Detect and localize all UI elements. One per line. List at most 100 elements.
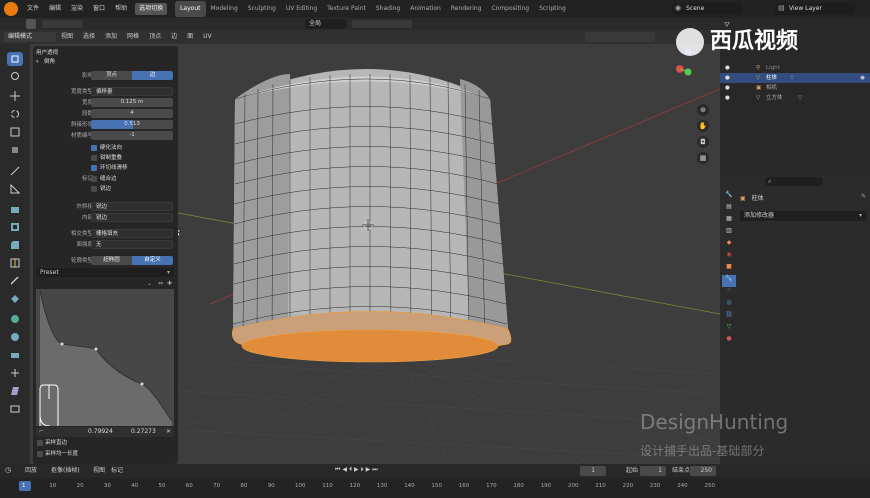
grid-view-icon[interactable]: ▦ bbox=[697, 152, 709, 164]
affect-selector[interactable]: 顶点 边 bbox=[91, 71, 173, 80]
smooth-icon[interactable] bbox=[7, 330, 23, 344]
mode-chip[interactable]: 选项切换 bbox=[135, 3, 168, 15]
scene-selector[interactable]: ◉ Scene bbox=[672, 3, 742, 15]
miter-inner-dropdown[interactable]: 锐边 bbox=[91, 213, 173, 222]
material-field[interactable]: -1 bbox=[91, 131, 173, 140]
visibility-icon[interactable]: ● bbox=[725, 73, 730, 83]
transform-icon[interactable] bbox=[7, 143, 23, 157]
end-frame-field[interactable]: 250 bbox=[690, 466, 716, 476]
scene-tab-icon[interactable]: ◆ bbox=[722, 239, 736, 251]
profile-superellipse-option[interactable]: 超椭圆 bbox=[91, 256, 132, 265]
tab-sculpting[interactable]: Sculpting bbox=[243, 1, 281, 17]
measure-icon[interactable] bbox=[7, 182, 23, 196]
reset-view-icon[interactable]: ⇔ bbox=[158, 280, 163, 287]
menu-edit[interactable]: 编辑 bbox=[44, 0, 66, 18]
visibility-icon[interactable]: ● bbox=[725, 63, 730, 73]
mark-seams-checkbox[interactable] bbox=[91, 176, 97, 182]
world-tab-icon[interactable]: ◉ bbox=[722, 251, 736, 263]
properties-search[interactable]: ⌕ bbox=[765, 177, 823, 186]
menu-keying[interactable]: 抠像(插帧) bbox=[46, 464, 85, 478]
tab-uv-editing[interactable]: UV Editing bbox=[281, 1, 322, 17]
snap-icons[interactable] bbox=[352, 20, 412, 28]
tab-shading[interactable]: Shading bbox=[371, 1, 405, 17]
inset-icon[interactable] bbox=[7, 220, 23, 234]
loop-cut-icon[interactable] bbox=[7, 256, 23, 270]
rip-icon[interactable] bbox=[7, 402, 23, 416]
menu-file[interactable]: 文件 bbox=[22, 0, 44, 18]
playback-controls[interactable]: ⏮◀⏴▶⏵▶⏭ bbox=[335, 466, 405, 476]
material-tab-icon[interactable]: ● bbox=[722, 335, 736, 347]
tab-modeling[interactable]: Modeling bbox=[206, 1, 243, 17]
face-strength-dropdown[interactable]: 无 bbox=[91, 240, 173, 249]
curve-y-field[interactable]: 0.27273 bbox=[131, 427, 156, 437]
transform-orientation-dropdown[interactable]: 全局 bbox=[305, 19, 347, 29]
render-tab-icon[interactable]: ▤ bbox=[722, 203, 736, 215]
tab-rendering[interactable]: Rendering bbox=[446, 1, 487, 17]
overlay-toggles[interactable] bbox=[585, 32, 655, 42]
visibility-icon[interactable]: ● bbox=[725, 83, 730, 93]
affect-vertices-option[interactable]: 顶点 bbox=[91, 71, 132, 80]
curve-options-icon[interactable]: ✚ bbox=[167, 280, 172, 287]
current-frame-field[interactable]: 1 bbox=[580, 466, 606, 476]
loop-slide-checkbox[interactable] bbox=[91, 165, 97, 171]
start-frame-field[interactable]: 1 bbox=[640, 466, 666, 476]
blender-logo-icon[interactable] bbox=[4, 2, 18, 16]
knife-icon[interactable] bbox=[7, 274, 23, 288]
menu-render[interactable]: 渲染 bbox=[66, 0, 88, 18]
curve-point[interactable] bbox=[94, 347, 98, 351]
hand-icon[interactable]: ✋ bbox=[697, 120, 709, 132]
select-tool-icon[interactable] bbox=[26, 19, 36, 29]
width-field[interactable]: 0.125 m bbox=[91, 98, 173, 107]
curve-point[interactable] bbox=[60, 342, 64, 346]
object-tab-icon[interactable]: ■ bbox=[722, 263, 736, 275]
menu-window[interactable]: 窗口 bbox=[88, 0, 110, 18]
close-icon[interactable]: ✕ bbox=[166, 427, 171, 437]
outliner-row-light[interactable]: ● ⚲ Light bbox=[720, 63, 870, 73]
poly-build-icon[interactable] bbox=[7, 292, 23, 306]
affect-edges-option[interactable]: 边 bbox=[132, 71, 173, 80]
curve-x-field[interactable]: 0.79924 bbox=[88, 427, 113, 437]
timeline-editor-icon[interactable]: ◷ bbox=[5, 466, 11, 474]
edge-slide-icon[interactable] bbox=[7, 348, 23, 362]
width-type-dropdown[interactable]: 偏移量 bbox=[91, 87, 173, 96]
cursor-icon[interactable] bbox=[7, 69, 23, 83]
bevel-icon[interactable] bbox=[7, 238, 23, 252]
curve-handle-icon[interactable]: ⌐ bbox=[39, 427, 44, 437]
clamp-overlap-checkbox[interactable] bbox=[91, 155, 97, 161]
visibility-icon[interactable]: ● bbox=[725, 93, 730, 103]
miter-outer-dropdown[interactable]: 锐边 bbox=[91, 202, 173, 211]
mode-dropdown[interactable]: 编辑模式 bbox=[4, 32, 56, 42]
data-tab-icon[interactable]: ▽ bbox=[722, 323, 736, 335]
zoom-icon[interactable]: ⊕ bbox=[697, 104, 709, 116]
panel-subheader[interactable]: ▾ 倒角 bbox=[33, 57, 178, 67]
spin-icon[interactable] bbox=[7, 312, 23, 326]
annotate-icon[interactable] bbox=[7, 164, 23, 178]
extrude-icon[interactable] bbox=[7, 202, 23, 216]
curve-point-coords[interactable]: ⌐ 0.79924 0.27273 ✕ bbox=[36, 427, 174, 437]
eye-icon[interactable]: ◉ bbox=[860, 73, 865, 83]
select-mode-icons[interactable] bbox=[42, 20, 82, 28]
sample-even-checkbox[interactable] bbox=[37, 451, 43, 457]
modifier-tab-icon[interactable]: 🔧 bbox=[722, 275, 736, 287]
menu-help[interactable]: 帮助 bbox=[110, 0, 132, 18]
camera-icon[interactable]: ◘ bbox=[697, 136, 709, 148]
profile-slider[interactable]: 0.513 bbox=[91, 120, 173, 129]
profile-type-selector[interactable]: 超椭圆 自定义 bbox=[91, 256, 173, 265]
shrink-icon[interactable] bbox=[7, 366, 23, 380]
outliner-row-cylinder[interactable]: ● ▽ 柱体 ▽ ◉ bbox=[720, 73, 870, 83]
physics-tab-icon[interactable]: ◎ bbox=[722, 299, 736, 311]
rotate-icon[interactable] bbox=[7, 107, 23, 121]
menu-marker[interactable]: 标记 bbox=[106, 464, 128, 478]
timeline-ruler[interactable]: 1 10 20 30 40 50 60 70 80 90 100 110 120 130 140 150 160… bbox=[0, 480, 870, 494]
curve-point[interactable] bbox=[140, 382, 144, 386]
menu-playback[interactable]: 回放 bbox=[20, 464, 42, 478]
curve-toolbar[interactable]: ⌄ ⇔ ✚ bbox=[36, 280, 174, 288]
outliner-row-cube[interactable]: ● ▽ 立方体 ▽ bbox=[720, 93, 870, 103]
shear-icon[interactable] bbox=[7, 384, 23, 398]
viewport-nav-buttons[interactable]: ⊕ ✋ ◘ ▦ bbox=[697, 104, 713, 164]
constraints-tab-icon[interactable]: ⛓ bbox=[722, 311, 736, 323]
sample-straight-checkbox[interactable] bbox=[37, 440, 43, 446]
segments-field[interactable]: 4 bbox=[91, 109, 173, 118]
outliner-row-camera[interactable]: ● ▣ 相机 bbox=[720, 83, 870, 93]
output-tab-icon[interactable]: ▦ bbox=[722, 215, 736, 227]
